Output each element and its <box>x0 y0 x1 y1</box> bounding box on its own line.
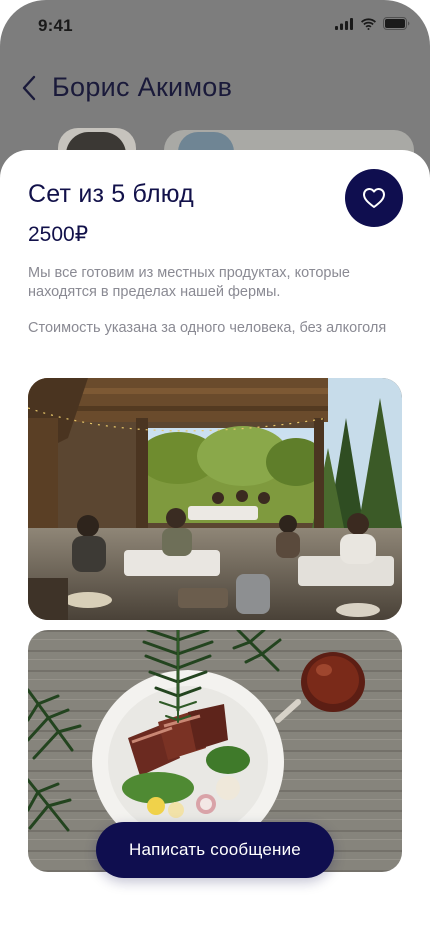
description-price-note: Стоимость указана за одного человека, бе… <box>28 320 387 336</box>
status-time: 9:41 <box>38 16 73 35</box>
favorite-button[interactable] <box>345 169 403 227</box>
signal-icon <box>335 17 353 30</box>
dish-price: 2500₽ <box>28 223 89 246</box>
status-bar: 9:41 <box>0 0 430 50</box>
dish-detail-sheet: Сет из 5 блюд 2500₽ Мы все готовим из ме… <box>0 150 430 931</box>
chevron-left-icon[interactable] <box>22 75 36 101</box>
phone-screen: 9:41 Борис Акимов Сет из 5 блюд 2500₽ Мы… <box>0 0 430 931</box>
background-title: Борис Акимов <box>52 72 233 102</box>
background-header: Борис Акимов <box>22 72 232 103</box>
description-ingredients: Мы все готовим из местных продуктах, кот… <box>28 265 350 300</box>
wifi-icon <box>361 17 376 30</box>
dish-title: Сет из 5 блюд <box>28 180 194 208</box>
battery-icon <box>383 17 410 30</box>
status-icons <box>335 17 410 30</box>
heart-icon <box>363 188 385 208</box>
write-message-button[interactable]: Написать сообщение <box>96 822 334 878</box>
outdoor-dining-photo[interactable] <box>28 378 402 620</box>
